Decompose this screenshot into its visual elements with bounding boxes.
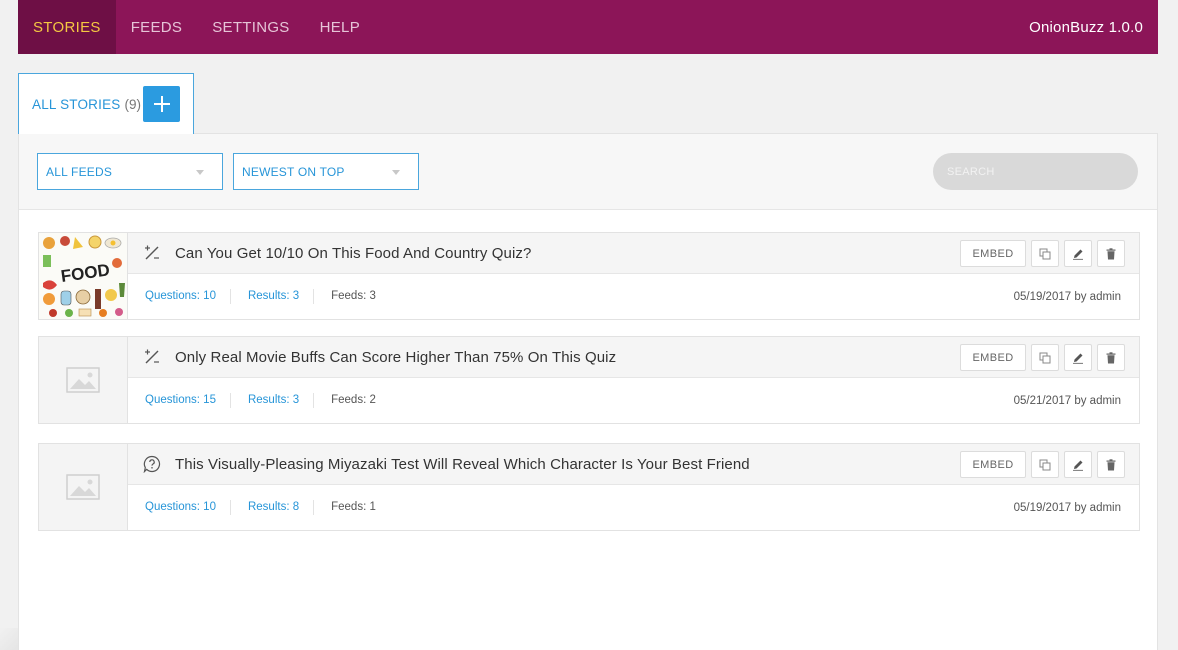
results-count[interactable]: Results: 3	[229, 289, 313, 304]
nav-help[interactable]: HELP	[305, 0, 375, 54]
duplicate-button[interactable]	[1031, 240, 1059, 267]
story-row: FOOD Can You Get 10/10 On This Food And …	[38, 232, 1140, 320]
search-input[interactable]	[933, 153, 1138, 190]
story-header: Can You Get 10/10 On This Food And Count…	[128, 233, 1139, 274]
sort-select-value: NEWEST ON TOP	[242, 164, 345, 179]
copy-icon	[1039, 248, 1051, 259]
filter-bar: ALL FEEDS NEWEST ON TOP	[19, 134, 1157, 210]
copy-icon	[1039, 459, 1051, 470]
delete-button[interactable]	[1097, 344, 1125, 371]
food-image: FOOD	[39, 233, 127, 319]
pencil-icon	[1073, 249, 1083, 260]
results-count[interactable]: Results: 8	[229, 500, 313, 515]
percent-icon	[142, 243, 162, 263]
app-brand: OnionBuzz 1.0.0	[1029, 18, 1143, 36]
window-corner	[0, 628, 18, 650]
plus-icon	[153, 96, 170, 112]
story-header: This Visually-Pleasing Miyazaki Test Wil…	[128, 444, 1139, 485]
story-title[interactable]: Only Real Movie Buffs Can Score Higher T…	[175, 349, 616, 366]
pencil-icon	[1073, 353, 1083, 364]
story-actions: EMBED	[960, 344, 1125, 371]
nav-feeds[interactable]: FEEDS	[116, 0, 198, 54]
story-date: 05/19/2017 by admin	[1013, 290, 1121, 303]
story-date: 05/21/2017 by admin	[1013, 394, 1121, 407]
edit-button[interactable]	[1064, 344, 1092, 371]
embed-button[interactable]: EMBED	[960, 344, 1026, 371]
image-placeholder-icon	[66, 474, 100, 500]
story-row: Only Real Movie Buffs Can Score Higher T…	[38, 336, 1140, 424]
story-meta: Questions: 10 Results: 8 Feeds: 1 05/19/…	[128, 485, 1139, 530]
embed-button[interactable]: EMBED	[960, 240, 1026, 267]
chevron-down-icon	[392, 170, 400, 175]
feed-select-value: ALL FEEDS	[46, 164, 113, 179]
trash-icon	[1106, 458, 1116, 470]
delete-button[interactable]	[1097, 240, 1125, 267]
story-thumbnail[interactable]	[39, 337, 128, 423]
duplicate-button[interactable]	[1031, 344, 1059, 371]
questions-count[interactable]: Questions: 10	[128, 500, 230, 515]
story-thumbnail[interactable]: FOOD	[39, 233, 128, 319]
story-row: This Visually-Pleasing Miyazaki Test Wil…	[38, 443, 1140, 531]
copy-icon	[1039, 352, 1051, 363]
feeds-count: Feeds: 1	[313, 500, 390, 515]
feeds-count: Feeds: 2	[313, 393, 390, 408]
feed-select[interactable]: ALL FEEDS	[37, 153, 223, 190]
questions-count[interactable]: Questions: 10	[128, 289, 230, 304]
question-bubble-icon	[142, 454, 162, 474]
tab-count: (9)	[124, 96, 142, 112]
nav-settings[interactable]: SETTINGS	[197, 0, 304, 54]
trash-icon	[1106, 351, 1116, 363]
edit-button[interactable]	[1064, 451, 1092, 478]
tab-label: ALL STORIES	[32, 96, 121, 112]
results-count[interactable]: Results: 3	[229, 393, 313, 408]
embed-button[interactable]: EMBED	[960, 451, 1026, 478]
story-actions: EMBED	[960, 240, 1125, 267]
story-title[interactable]: This Visually-Pleasing Miyazaki Test Wil…	[175, 456, 750, 473]
duplicate-button[interactable]	[1031, 451, 1059, 478]
feeds-count: Feeds: 3	[313, 289, 390, 304]
story-meta: Questions: 10 Results: 3 Feeds: 3 05/19/…	[128, 274, 1139, 319]
image-placeholder-icon	[66, 367, 100, 393]
story-header: Only Real Movie Buffs Can Score Higher T…	[128, 337, 1139, 378]
story-actions: EMBED	[960, 451, 1125, 478]
sort-select[interactable]: NEWEST ON TOP	[233, 153, 419, 190]
trash-icon	[1106, 247, 1116, 259]
story-meta: Questions: 15 Results: 3 Feeds: 2 05/21/…	[128, 378, 1139, 423]
questions-count[interactable]: Questions: 15	[128, 393, 230, 408]
story-title[interactable]: Can You Get 10/10 On This Food And Count…	[175, 245, 531, 262]
tab-all-stories[interactable]: ALL STORIES (9)	[18, 73, 194, 134]
pencil-icon	[1073, 460, 1083, 471]
add-story-button[interactable]	[143, 86, 180, 122]
story-date: 05/19/2017 by admin	[1013, 501, 1121, 514]
delete-button[interactable]	[1097, 451, 1125, 478]
percent-icon	[142, 347, 162, 367]
nav-stories[interactable]: STORIES	[18, 0, 116, 54]
chevron-down-icon	[196, 170, 204, 175]
edit-button[interactable]	[1064, 240, 1092, 267]
top-nav-bar: STORIES FEEDS SETTINGS HELP OnionBuzz 1.…	[18, 0, 1158, 54]
stories-panel: ALL FEEDS NEWEST ON TOP FOOD	[18, 133, 1158, 650]
story-thumbnail[interactable]	[39, 444, 128, 530]
